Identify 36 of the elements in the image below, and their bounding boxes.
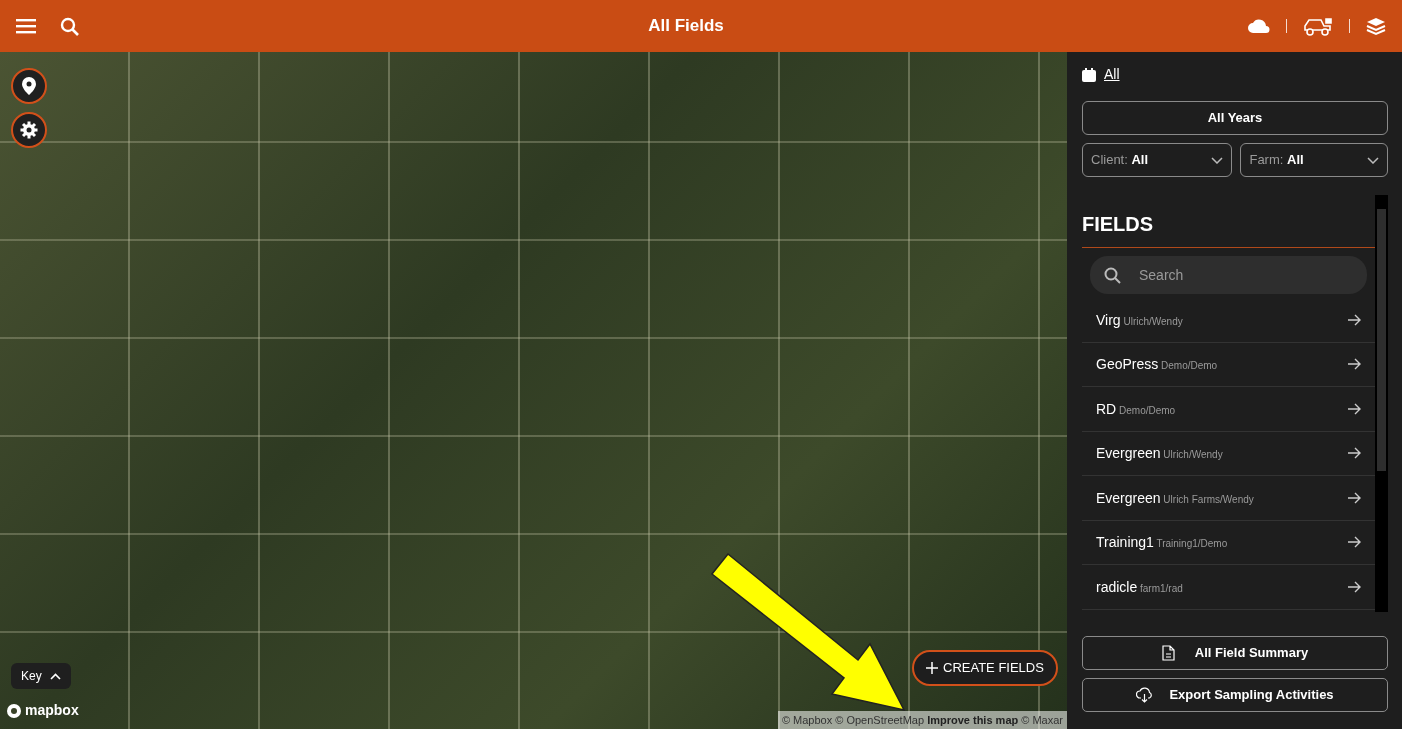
menu-icon[interactable] <box>16 18 36 34</box>
layers-icon[interactable] <box>1366 16 1386 36</box>
calendar-icon <box>1082 67 1096 82</box>
season-link[interactable]: All <box>1104 64 1120 85</box>
filter-dropdown[interactable]: Client: All <box>1082 143 1233 177</box>
export-button[interactable]: Export Sampling Activities <box>1082 678 1388 712</box>
chevron-down-icon <box>1367 156 1379 164</box>
filter-dropdown[interactable]: Farm: All <box>1240 143 1388 177</box>
create-fields-button[interactable]: CREATE FIELDS <box>912 650 1058 686</box>
cloud-icon[interactable] <box>1248 19 1270 33</box>
map-attribution: © Mapbox © OpenStreetMap Improve this map © Maxar <box>777 710 1067 729</box>
search-icon <box>1104 266 1121 284</box>
settings-icon <box>20 121 38 139</box>
improve-map-link[interactable]: Improve this map <box>927 713 1019 726</box>
arrow-right-icon <box>1348 313 1361 326</box>
search-field[interactable]: Search <box>1090 256 1367 294</box>
field-summary-button[interactable]: All Field Summary <box>1082 636 1388 670</box>
arrow-right-icon <box>1348 491 1361 504</box>
arrow-right-icon <box>1348 536 1361 549</box>
arrow-right-icon <box>1348 358 1361 371</box>
map-pin-icon <box>22 77 36 95</box>
key-toggle-button[interactable]: Key <box>11 663 71 689</box>
page-title: All Fields <box>648 16 724 36</box>
all-years-button[interactable]: All Years <box>1082 101 1388 135</box>
arrow-right-icon <box>1348 402 1361 415</box>
utility-vehicle-icon[interactable] <box>1303 16 1333 36</box>
plus-icon <box>926 661 938 674</box>
chevron-up-icon <box>49 672 61 680</box>
cloud-download-icon <box>1136 687 1154 703</box>
search-icon[interactable] <box>60 16 79 36</box>
mapbox-logo: mapbox <box>6 700 79 721</box>
arrow-right-icon <box>1348 580 1361 593</box>
search-input[interactable]: Search <box>1137 263 1353 287</box>
scrollbar[interactable] <box>1375 195 1388 612</box>
arrow-right-icon <box>1348 447 1361 460</box>
chevron-down-icon <box>1211 156 1224 164</box>
